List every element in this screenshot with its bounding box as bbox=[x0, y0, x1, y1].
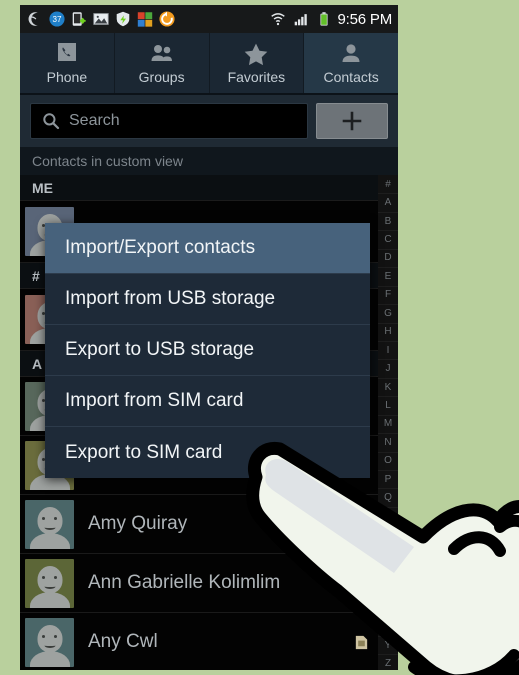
alphabet-index-letter[interactable]: W bbox=[378, 600, 398, 619]
alphabet-index-letter[interactable]: Z bbox=[378, 655, 398, 670]
list-item[interactable]: Ann Gabrielle Kolimlim bbox=[20, 554, 398, 613]
alphabet-index-letter[interactable]: Q bbox=[378, 489, 398, 508]
alphabet-index-letter[interactable]: U bbox=[378, 563, 398, 582]
status-bar-system-icons: 9:56 PM bbox=[269, 5, 392, 33]
alphabet-index-letter[interactable]: # bbox=[378, 176, 398, 195]
groups-people-icon bbox=[151, 44, 172, 61]
battery-icon bbox=[319, 12, 328, 26]
notification-count-badge-icon: 37 bbox=[49, 11, 65, 27]
sync-circle-icon bbox=[159, 11, 175, 27]
search-row: Search bbox=[20, 95, 398, 147]
alphabet-index-letter[interactable]: Y bbox=[378, 637, 398, 656]
tab-bar: Phone Groups Favorites Contacts bbox=[20, 33, 398, 93]
alphabet-index-letter[interactable]: F bbox=[378, 287, 398, 306]
search-icon bbox=[43, 113, 60, 130]
svg-text:37: 37 bbox=[53, 15, 62, 24]
alphabet-index-letter[interactable]: G bbox=[378, 305, 398, 324]
alphabet-index-letter[interactable]: C bbox=[378, 231, 398, 250]
alphabet-index-letter[interactable]: J bbox=[378, 360, 398, 379]
security-shield-icon bbox=[116, 11, 130, 27]
add-contact-button[interactable] bbox=[316, 103, 388, 139]
alphabet-index-letter[interactable]: L bbox=[378, 397, 398, 416]
tab-favorites[interactable]: Favorites bbox=[210, 33, 305, 93]
cellular-signal-icon bbox=[294, 14, 307, 26]
calendar-apps-icon bbox=[137, 12, 153, 27]
alphabet-index-letter[interactable]: X bbox=[378, 619, 398, 637]
plus-icon bbox=[342, 111, 362, 131]
wifi-icon bbox=[270, 13, 285, 26]
alphabet-index-letter[interactable]: M bbox=[378, 416, 398, 435]
phone-handset-icon bbox=[57, 42, 76, 61]
contact-name: Amy Quiray bbox=[88, 513, 188, 534]
menu-item[interactable]: Import/Export contacts bbox=[45, 223, 370, 274]
section-label: ME bbox=[32, 179, 53, 196]
contact-badges bbox=[353, 634, 370, 651]
alphabet-index-letter[interactable]: A bbox=[378, 194, 398, 213]
sim-card-icon bbox=[355, 635, 368, 649]
alphabet-index-letter[interactable]: K bbox=[378, 379, 398, 398]
screenshot-image-icon bbox=[93, 13, 109, 25]
alphabet-index-letter[interactable]: O bbox=[378, 453, 398, 471]
section-header-me: ME bbox=[20, 175, 398, 201]
avatar bbox=[25, 558, 74, 608]
tab-label: Favorites bbox=[227, 68, 286, 85]
viber-icon bbox=[353, 575, 370, 591]
star-icon bbox=[245, 43, 268, 65]
alphabet-index-letter[interactable]: T bbox=[378, 545, 398, 564]
tab-contacts[interactable]: Contacts bbox=[304, 33, 398, 93]
sms-icon bbox=[332, 516, 349, 532]
alphabet-index-letter[interactable]: V bbox=[378, 582, 398, 601]
tab-phone[interactable]: Phone bbox=[20, 33, 115, 93]
viber-icon bbox=[353, 516, 370, 532]
section-label: A bbox=[32, 355, 43, 372]
menu-item[interactable]: Export to USB storage bbox=[45, 325, 370, 376]
alphabet-index-letter[interactable]: H bbox=[378, 324, 398, 342]
alphabet-index-letter[interactable]: N bbox=[378, 434, 398, 453]
search-input[interactable]: Search bbox=[30, 103, 308, 139]
custom-view-header: Contacts in custom view bbox=[20, 147, 398, 175]
tab-label: Contacts bbox=[323, 68, 379, 85]
avatar bbox=[25, 617, 74, 667]
import-export-context-menu: Import/Export contacts Import from USB st… bbox=[45, 223, 370, 478]
section-label: # bbox=[32, 267, 40, 284]
alphabet-index-letter[interactable]: I bbox=[378, 342, 398, 361]
alphabet-index-letter[interactable]: P bbox=[378, 471, 398, 490]
custom-view-label: Contacts in custom view bbox=[32, 153, 183, 169]
list-item[interactable]: Any Cwl bbox=[20, 613, 398, 670]
alphabet-index-letter[interactable]: B bbox=[378, 213, 398, 232]
person-icon bbox=[342, 43, 360, 62]
contact-name: Any Cwl bbox=[88, 631, 158, 652]
alphabet-index-letter[interactable]: S bbox=[378, 526, 398, 545]
tab-label: Groups bbox=[138, 68, 185, 85]
tab-label: Phone bbox=[46, 68, 88, 85]
alphabet-index-letter[interactable]: R bbox=[378, 508, 398, 527]
status-bar-clock: 9:56 PM bbox=[337, 10, 393, 28]
menu-item[interactable]: Export to SIM card bbox=[45, 427, 370, 478]
status-bar-notification-icons: 37 bbox=[20, 10, 176, 28]
contact-name: Ann Gabrielle Kolimlim bbox=[88, 572, 281, 593]
status-bar: 37 9:56 PM bbox=[20, 5, 398, 33]
sms-icon bbox=[332, 575, 349, 591]
screenshot-root: 37 9:56 PM Phone Groups Favorites Contac… bbox=[0, 0, 519, 675]
alphabet-index-letter[interactable]: D bbox=[378, 250, 398, 269]
avatar bbox=[25, 499, 74, 549]
menu-item[interactable]: Import from SIM card bbox=[45, 376, 370, 427]
menu-item[interactable]: Import from USB storage bbox=[45, 274, 370, 325]
contact-badges bbox=[332, 575, 370, 592]
contact-badges bbox=[332, 516, 370, 533]
tab-groups[interactable]: Groups bbox=[115, 33, 210, 93]
alphabet-index-letter[interactable]: E bbox=[378, 268, 398, 287]
search-placeholder: Search bbox=[69, 112, 120, 129]
phone-screen: 37 9:56 PM Phone Groups Favorites Contac… bbox=[20, 5, 398, 670]
moon-crescent-icon bbox=[28, 12, 38, 26]
list-item[interactable]: Amy Quiray bbox=[20, 495, 398, 554]
alphabet-index[interactable]: # A B C D E F G H I J K L M N O P Q R S T U V W X Y Z bbox=[378, 175, 398, 670]
device-transfer-icon bbox=[72, 12, 87, 26]
